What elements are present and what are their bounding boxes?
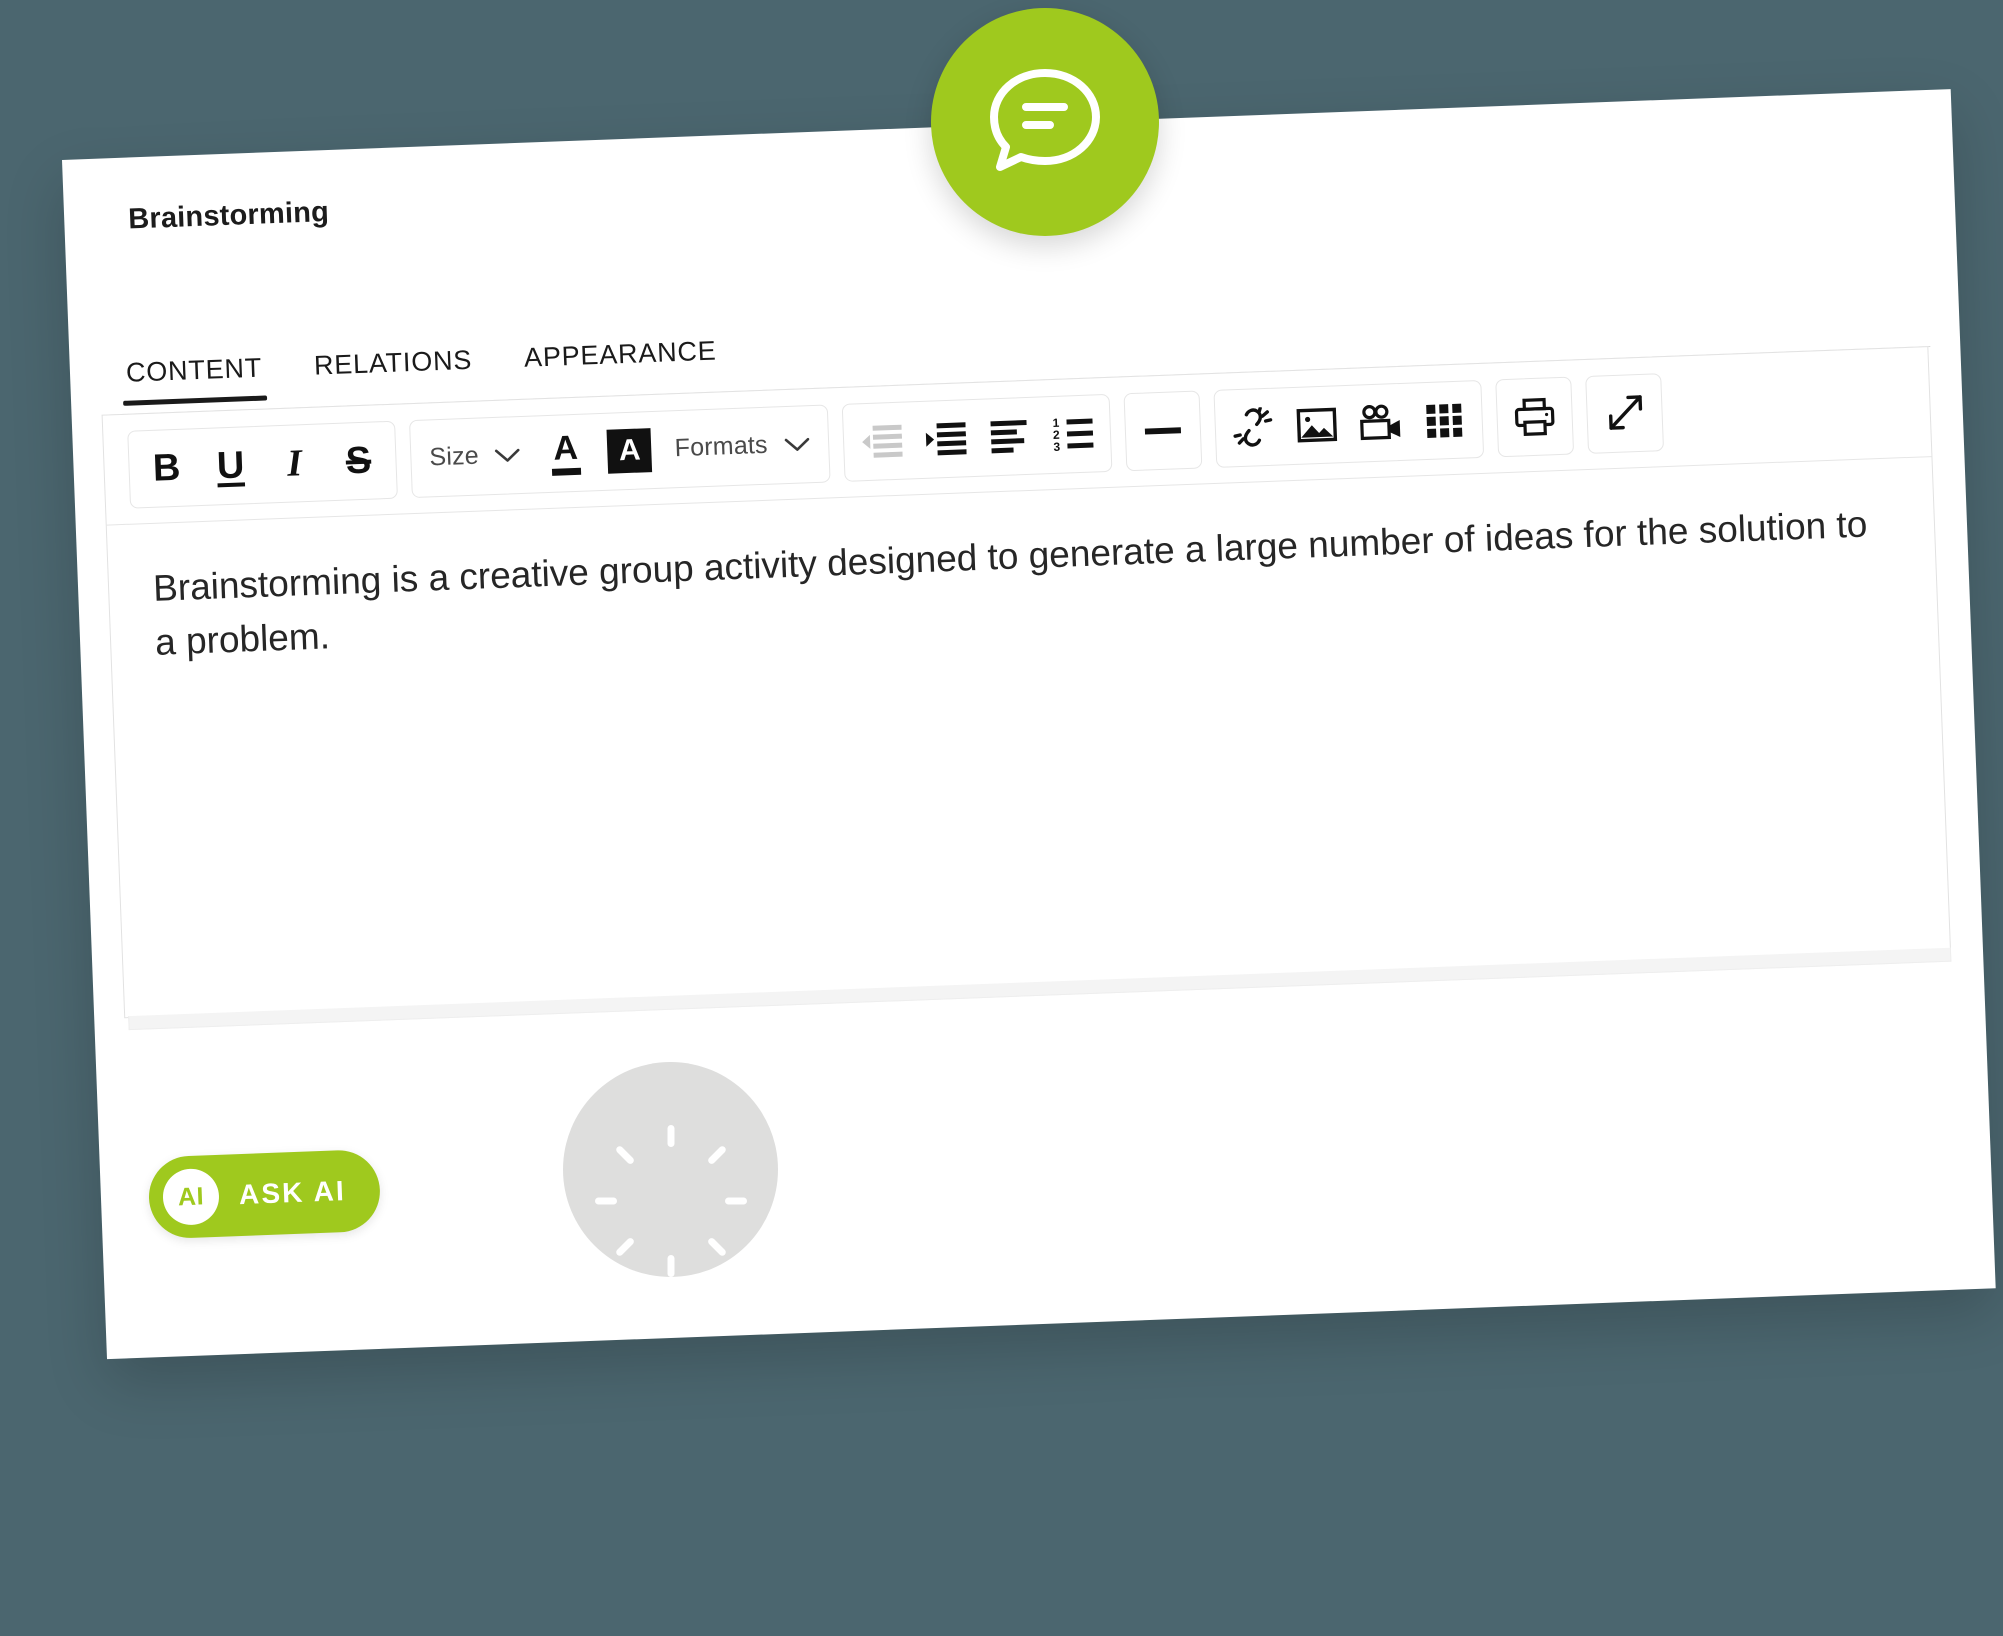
formats-dropdown[interactable]: Formats (662, 411, 823, 481)
highlight-color-icon: A (606, 427, 653, 474)
image-button[interactable] (1284, 391, 1348, 457)
numbered-list-button[interactable]: 1 2 3 (1040, 401, 1104, 467)
loading-spinner-icon (594, 1124, 747, 1277)
chat-bubble-icon (986, 65, 1104, 180)
ask-ai-label: ASK AI (238, 1175, 347, 1211)
print-icon (1512, 397, 1555, 437)
loading-badge (563, 1062, 778, 1277)
table-icon (1424, 400, 1465, 439)
video-icon (1358, 402, 1403, 442)
size-dropdown[interactable]: Size (416, 422, 534, 490)
screen: Brainstorming CONTENT RELATIONS APPEARAN… (0, 0, 2003, 1636)
toolbar-group-paragraph: 1 2 3 (841, 393, 1112, 482)
tab-appearance[interactable]: APPEARANCE (498, 335, 744, 391)
italic-icon: I (286, 441, 303, 485)
unlink-icon (1232, 406, 1273, 447)
formats-label: Formats (674, 430, 769, 463)
toolbar-group-print (1494, 376, 1574, 457)
content-card: Brainstorming CONTENT RELATIONS APPEARAN… (62, 89, 1996, 1360)
chevron-down-icon (783, 436, 810, 453)
video-button[interactable] (1348, 389, 1412, 455)
toolbar-group-font: Size A A Formats (408, 403, 831, 498)
text-color-icon: A (553, 428, 579, 475)
table-button[interactable] (1412, 387, 1476, 453)
underline-button[interactable]: U (198, 432, 262, 498)
numbered-list-icon: 1 2 3 (1050, 415, 1095, 453)
ai-badge-icon: AI (161, 1167, 221, 1226)
indent-button[interactable] (912, 405, 976, 471)
chat-bubble-badge[interactable] (931, 8, 1159, 236)
toolbar-group-text-style: B U I S (127, 420, 398, 509)
fullscreen-button[interactable] (1592, 380, 1656, 446)
bold-icon: B (152, 446, 182, 490)
align-left-button[interactable] (976, 403, 1040, 469)
horizontal-rule-icon (1141, 412, 1184, 450)
strikethrough-icon: S (345, 439, 372, 483)
indent-icon (923, 420, 967, 458)
align-left-icon (988, 417, 1029, 454)
tab-relations[interactable]: RELATIONS (287, 344, 499, 399)
chevron-down-icon (495, 447, 522, 464)
underline-icon: U (216, 443, 246, 487)
highlight-color-button[interactable]: A (598, 417, 662, 483)
svg-text:3: 3 (1053, 439, 1061, 452)
outdent-button[interactable] (848, 408, 912, 474)
rich-text-editor: B U I S Size A A Formats 1 2 3 Brainstor… (101, 346, 1951, 1019)
editor-body[interactable]: Brainstorming is a creative group activi… (107, 457, 1950, 1017)
size-label: Size (428, 441, 480, 472)
ask-ai-button[interactable]: AI ASK AI (147, 1148, 382, 1240)
text-color-button[interactable]: A (534, 420, 598, 486)
strikethrough-button[interactable]: S (326, 427, 390, 493)
image-icon (1296, 405, 1337, 444)
toolbar-group-fullscreen (1584, 372, 1664, 454)
unlink-button[interactable] (1220, 394, 1284, 460)
toolbar-group-rule (1122, 390, 1202, 471)
outdent-icon (859, 422, 903, 460)
tab-content[interactable]: CONTENT (99, 352, 289, 406)
toolbar-group-insert (1212, 379, 1484, 468)
horizontal-rule-button[interactable] (1130, 397, 1194, 463)
bold-button[interactable]: B (134, 435, 198, 501)
page-title: Brainstorming (127, 196, 330, 236)
fullscreen-icon (1603, 392, 1644, 433)
print-button[interactable] (1502, 383, 1566, 449)
italic-button[interactable]: I (262, 430, 326, 496)
